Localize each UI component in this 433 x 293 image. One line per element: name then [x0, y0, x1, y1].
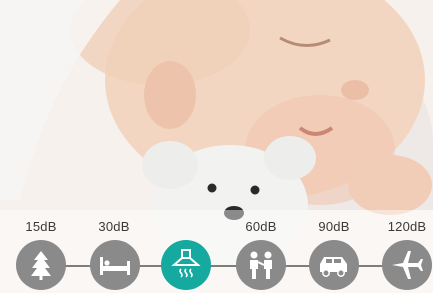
scale-connector	[210, 265, 237, 267]
car-icon	[320, 257, 347, 277]
people-talking-icon	[250, 251, 272, 279]
range-hood-icon	[171, 249, 201, 278]
scale-connector	[285, 265, 310, 267]
noise-label-60db: 60dB	[245, 219, 277, 234]
scale-connector	[139, 265, 163, 267]
noise-level-30db[interactable]	[90, 240, 140, 290]
scale-connector	[358, 265, 382, 267]
noise-label-30db: 30dB	[98, 219, 130, 234]
noise-label-15db: 15dB	[25, 219, 57, 234]
noise-level-120db[interactable]	[382, 240, 432, 290]
leaves-icon	[31, 251, 51, 280]
noise-level-range-hood[interactable]	[161, 240, 211, 290]
noise-level-90db[interactable]	[309, 240, 359, 290]
noise-level-15db[interactable]	[16, 240, 66, 290]
noise-label-120db: 120dB	[387, 219, 427, 234]
bed-icon	[100, 257, 130, 275]
noise-level-60db[interactable]	[236, 240, 286, 290]
noise-label-90db: 90dB	[318, 219, 350, 234]
airplane-icon	[392, 251, 423, 279]
